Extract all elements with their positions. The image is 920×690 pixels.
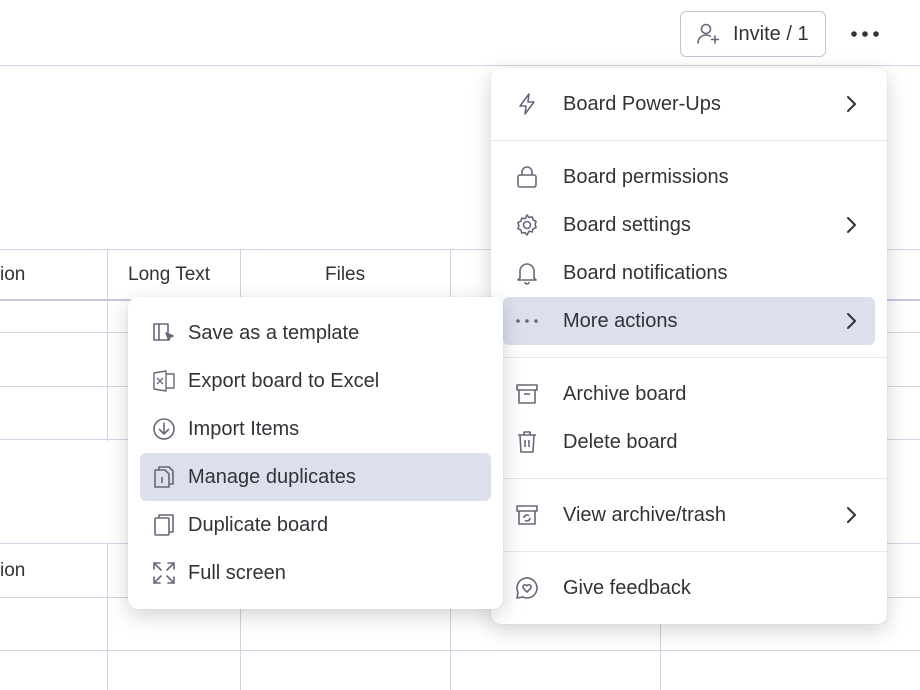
menu-item-archive-board[interactable]: Archive board [503,370,875,418]
board-menu-button[interactable] [846,20,884,48]
menu-item-export-to-excel[interactable]: Export board to Excel [140,357,491,405]
menu-separator [491,140,887,141]
archive-restore-icon [515,503,539,527]
chevron-right-icon [839,309,863,333]
lightning-icon [515,92,539,116]
menu-item-give-feedback[interactable]: Give feedback [503,564,875,612]
dots-icon [515,309,539,333]
column-header[interactable]: ion [0,560,25,582]
menu-item-more-actions[interactable]: More actions [503,297,875,345]
fullscreen-icon [152,561,176,585]
excel-icon [152,369,176,393]
column-divider [107,543,108,690]
heart-bubble-icon [515,576,539,600]
column-header[interactable]: ion [0,264,25,286]
invite-button[interactable]: Invite / 1 [680,11,826,57]
menu-separator [491,551,887,552]
menu-item-delete-board[interactable]: Delete board [503,418,875,466]
gear-icon [515,213,539,237]
chevron-right-icon [839,92,863,116]
menu-item-save-as-template[interactable]: Save as a template [140,309,491,357]
menu-item-duplicate-board[interactable]: Duplicate board [140,501,491,549]
menu-separator [491,357,887,358]
menu-item-full-screen[interactable]: Full screen [140,549,491,597]
add-person-icon [695,21,721,47]
bell-icon [515,261,539,285]
column-divider [107,249,108,441]
menu-item-view-archive-trash[interactable]: View archive/trash [503,491,875,539]
menu-item-board-permissions[interactable]: Board permissions [503,153,875,201]
menu-item-board-settings[interactable]: Board settings [503,201,875,249]
ellipsis-icon [850,30,880,38]
duplicates-icon [152,465,176,489]
column-header-files[interactable]: Files [325,264,365,286]
copy-icon [152,513,176,537]
trash-icon [515,430,539,454]
menu-item-board-notifications[interactable]: Board notifications [503,249,875,297]
header-divider [0,65,920,66]
lock-icon [515,165,539,189]
column-header-long-text[interactable]: Long Text [128,264,210,286]
menu-separator [491,478,887,479]
menu-item-board-power-ups[interactable]: Board Power-Ups [503,80,875,128]
menu-item-manage-duplicates[interactable]: Manage duplicates [140,453,491,501]
board-actions-menu: Board Power-Ups Board permissions Board … [491,68,887,624]
chevron-right-icon [839,503,863,527]
download-circle-icon [152,417,176,441]
row-divider [0,650,920,651]
menu-item-import-items[interactable]: Import Items [140,405,491,453]
template-icon [152,321,176,345]
invite-label: Invite / 1 [733,22,809,45]
more-actions-submenu: Save as a template Export board to Excel… [128,297,503,609]
chevron-right-icon [839,213,863,237]
archive-icon [515,382,539,406]
